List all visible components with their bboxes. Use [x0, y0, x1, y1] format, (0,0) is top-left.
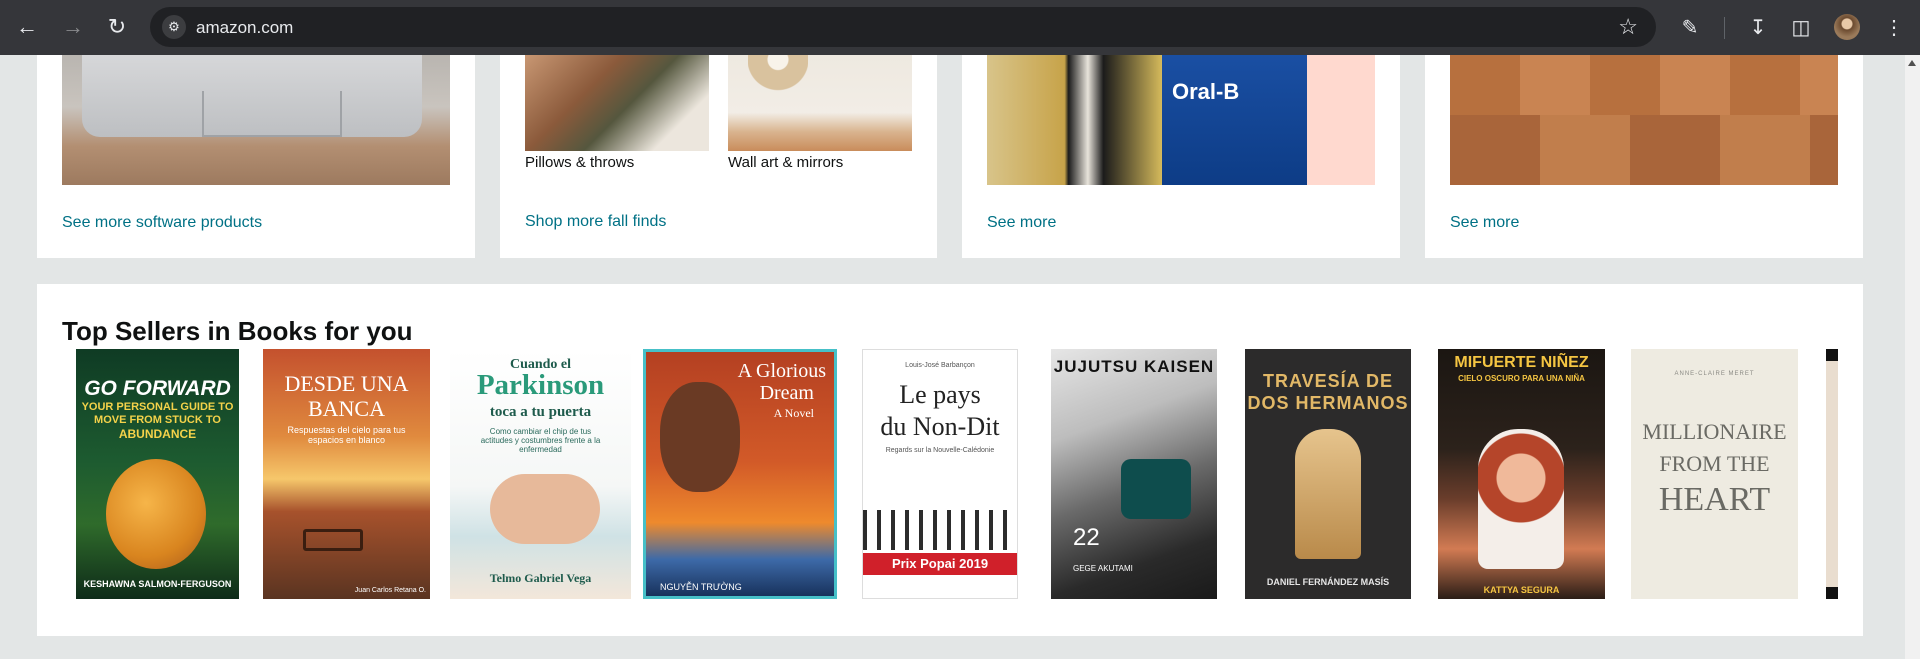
book-cover-partial[interactable]	[1826, 349, 1838, 599]
back-arrow-icon[interactable]: ←	[12, 12, 42, 42]
book-title: MILLIONAIRE	[1642, 419, 1787, 444]
oral-b-package: Oral-B	[1162, 55, 1307, 185]
book-author: Juan Carlos Retana O.	[354, 587, 426, 594]
book-title: TRAVESÍA DE	[1262, 371, 1393, 391]
award-badge: Prix Popai 2019	[863, 553, 1017, 575]
see-more-link[interactable]: See more	[1450, 214, 1519, 232]
browser-toolbar: ← → ↻ ⚙ amazon.com ☆ ✎ ↧ ◫ ⋮	[0, 0, 1920, 55]
brothers-illustration	[1295, 429, 1361, 559]
book-title: toca a tu puerta	[489, 404, 592, 420]
fall-finds-card: Pillows & throws Wall art & mirrors Shop…	[500, 55, 937, 258]
laptop-image[interactable]	[62, 55, 450, 185]
bookmark-star-icon[interactable]: ☆	[1618, 14, 1638, 40]
trees-illustration	[863, 510, 1017, 550]
address-bar[interactable]: ⚙ amazon.com ☆	[150, 7, 1656, 47]
book-author: Louis-José Barbançon	[905, 362, 975, 369]
book-title: Le pays	[899, 380, 981, 409]
book-title: HEART	[1658, 481, 1771, 518]
book-title: du Non-Dit	[880, 412, 1000, 441]
shop-more-fall-link[interactable]: Shop more fall finds	[525, 213, 666, 231]
book-cover[interactable]: GO FORWARD YOUR PERSONAL GUIDE TO MOVE F…	[76, 349, 239, 599]
wall-art-image[interactable]	[728, 55, 912, 151]
book-title: JUJUTSU KAISEN	[1053, 357, 1215, 376]
pillows-caption[interactable]: Pillows & throws	[525, 154, 634, 171]
book-cover[interactable]: ANNE-CLAIRE MERET MILLIONAIRE FROM THE H…	[1631, 349, 1798, 599]
book-author: Telmo Gabriel Vega	[489, 571, 592, 585]
book-title: Parkinson	[476, 369, 605, 401]
book-author: NGUYỄN TRƯỜNG	[660, 582, 742, 592]
bench-illustration	[303, 529, 363, 551]
book-title: DOS HERMANOS	[1247, 393, 1409, 413]
oral-b-card: Oral-B See more	[962, 55, 1400, 258]
extensions-icon[interactable]: ✎	[1676, 14, 1704, 42]
side-panel-icon[interactable]: ◫	[1787, 14, 1815, 42]
laptop-keyboard	[82, 55, 422, 137]
reload-icon[interactable]: ↻	[102, 12, 132, 42]
see-more-software-link[interactable]: See more software products	[62, 214, 262, 232]
boxes-lower-row	[1450, 115, 1838, 185]
book-subtitle: MOVE FROM STUCK TO	[94, 414, 221, 426]
book-cover[interactable]: Cuando el Parkinson toca a tu puerta Com…	[450, 349, 631, 599]
section-title: Top Sellers in Books for you	[62, 316, 413, 346]
book-title: GO FORWARD	[84, 377, 231, 400]
book-subtitle: Regards sur la Nouvelle-Calédonie	[885, 447, 995, 454]
amazon-boxes-image[interactable]	[1450, 55, 1838, 185]
book-author: ANNE-CLAIRE MERET	[1674, 371, 1755, 377]
toolbar-divider	[1724, 17, 1725, 39]
book-subtitle: CIELO OSCURO PARA UNA NIÑA	[1458, 374, 1585, 383]
book-title: A Glorious	[737, 360, 826, 382]
portrait-illustration	[660, 382, 740, 492]
book-cover[interactable]: A Glorious Dream A Novel NGUYỄN TRƯỜNG	[643, 349, 837, 599]
book-title: MIFUERTE NIÑEZ	[1454, 354, 1589, 371]
book-title: BANCA	[307, 396, 385, 421]
book-title: FROM THE	[1659, 451, 1770, 476]
download-icon[interactable]: ↧	[1744, 14, 1772, 42]
sunburst-mirror	[748, 55, 808, 101]
book-subtitle: ABUNDANCE	[118, 427, 197, 441]
site-info-icon[interactable]: ⚙	[162, 15, 186, 39]
wall-art-caption[interactable]: Wall art & mirrors	[728, 154, 843, 171]
scroll-up-arrow-icon[interactable]	[1908, 60, 1916, 66]
book-volume: 22	[1073, 524, 1100, 551]
book-subtitle: YOUR PERSONAL GUIDE TO	[81, 401, 234, 413]
forward-arrow-icon[interactable]: →	[58, 12, 88, 42]
book-cover[interactable]: DESDE UNA BANCA Respuestas del cielo par…	[263, 349, 430, 599]
girl-illustration	[1478, 429, 1564, 569]
see-more-link[interactable]: See more	[987, 214, 1056, 232]
character-illustration	[1121, 459, 1191, 519]
book-cover[interactable]: JUJUTSU KAISEN 22 GEGE AKUTAMI	[1051, 349, 1217, 599]
holding-hands-illustration	[490, 474, 600, 544]
pillows-image[interactable]	[525, 55, 709, 151]
book-subtitle: Como cambiar el chip de tus actitudes y …	[480, 427, 601, 454]
book-cover[interactable]: TRAVESÍA DE DOS HERMANOS DANIEL FERNÁNDE…	[1245, 349, 1411, 599]
profile-avatar[interactable]	[1834, 14, 1860, 40]
software-card: See more software products	[37, 55, 475, 258]
boxes-card: See more	[1425, 55, 1863, 258]
toothbrush-image[interactable]: Oral-B	[987, 55, 1375, 185]
mango-illustration	[106, 459, 206, 569]
book-subtitle: Respuestas del cielo para tus espacios e…	[287, 425, 406, 445]
book-author: KATTYA SEGURA	[1483, 585, 1560, 595]
book-author: GEGE AKUTAMI	[1073, 564, 1133, 573]
book-author: KESHAWNA SALMON-FERGUSON	[83, 579, 232, 589]
book-title: DESDE UNA	[284, 371, 409, 396]
more-menu-icon[interactable]: ⋮	[1880, 14, 1908, 42]
laptop-trackpad	[202, 91, 342, 137]
page-scrollbar[interactable]	[1905, 55, 1920, 659]
book-author: DANIEL FERNÁNDEZ MASÍS	[1266, 577, 1390, 587]
url-text[interactable]: amazon.com	[196, 18, 293, 38]
book-cover[interactable]: Louis-José Barbançon Le pays du Non-Dit …	[862, 349, 1018, 599]
book-cover[interactable]: MIFUERTE NIÑEZ CIELO OSCURO PARA UNA NIÑ…	[1438, 349, 1605, 599]
